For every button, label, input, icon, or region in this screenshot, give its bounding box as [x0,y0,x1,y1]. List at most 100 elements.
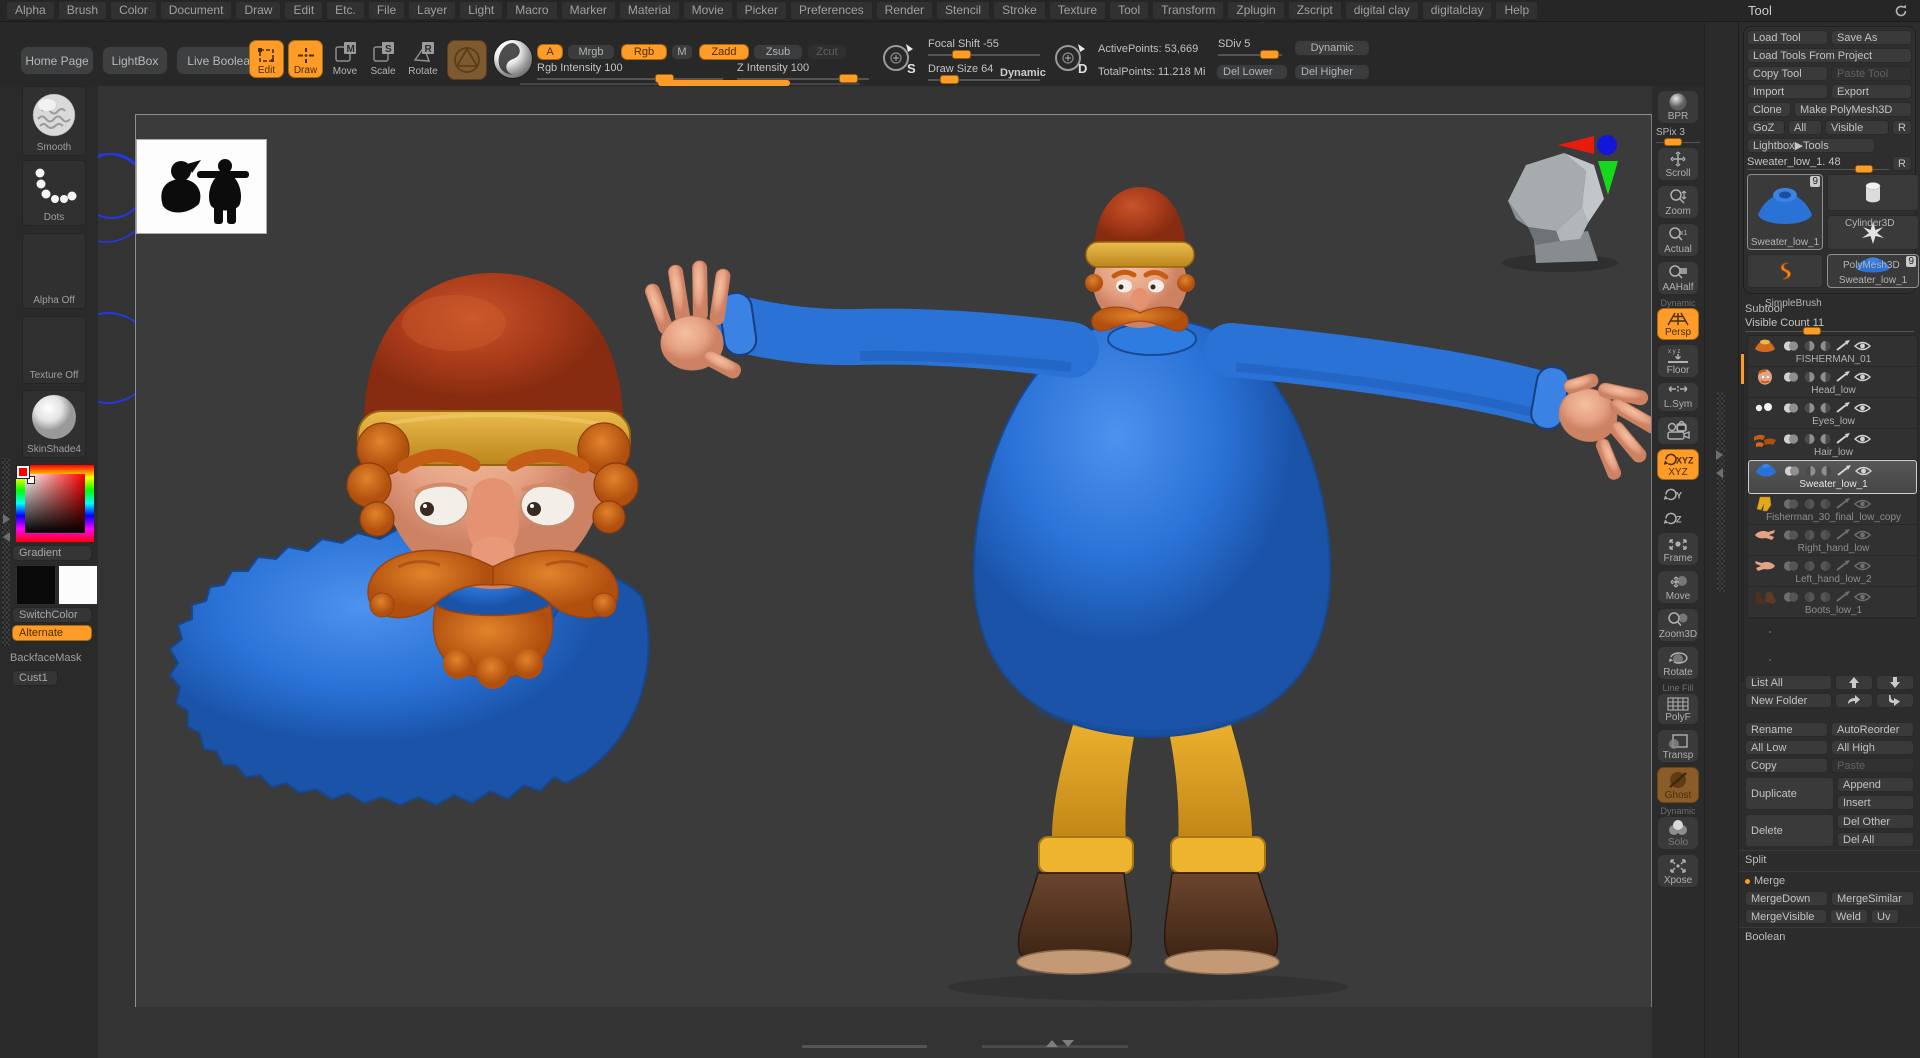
sculptris-pro-button[interactable] [447,40,487,80]
strip-move-button[interactable]: Move [1657,570,1699,604]
menu-item-render[interactable]: Render [875,1,934,20]
simplebrush-tool[interactable] [1747,254,1823,288]
delete-button[interactable]: Delete [1745,814,1834,847]
strip-spin-button[interactable]: Y [1657,484,1699,504]
panel-collapse-arrow[interactable] [1716,468,1723,478]
uv-toggle[interactable] [1803,371,1816,383]
subtool-row-fisherman_30_final_low_copy[interactable]: Fisherman_30_final_low_copy [1748,494,1917,525]
load-tools-from-project-button[interactable]: Load Tools From Project [1747,48,1912,63]
sculpt-brush-icon[interactable] [1835,497,1851,510]
shelf-expand-arrow[interactable] [3,514,10,524]
autoreorder-button[interactable]: AutoReorder [1831,722,1914,737]
document-canvas[interactable] [135,114,1652,1007]
subtool-row-right_hand_low[interactable]: Right_hand_low [1748,525,1917,556]
goz-r-button[interactable]: R [1892,120,1912,135]
weld-button[interactable]: Weld [1830,909,1868,924]
uv-toggle[interactable] [1803,498,1816,510]
visibility-eye-icon[interactable] [1854,371,1871,383]
sculpt-brush-icon[interactable] [1835,590,1851,603]
strip-bpr-button[interactable]: BPR [1657,90,1699,124]
stroke-selector[interactable]: Dots [22,160,86,226]
left-shelf-scrollbar[interactable] [2,458,10,646]
rgb-intensity-slider[interactable]: Rgb Intensity 100 [537,62,723,83]
strip-xyz-button[interactable]: XYZ XYZ [1657,449,1699,480]
menu-item-digital-clay[interactable]: digital clay [1344,1,1419,20]
hue-cursor[interactable] [16,465,30,479]
visibility-eye-icon[interactable] [1855,465,1872,477]
copy-tool-button[interactable]: Copy Tool [1747,66,1828,81]
menu-item-draw[interactable]: Draw [235,1,282,20]
load-tool-button[interactable]: Load Tool [1747,30,1828,45]
polypaint-toggle[interactable] [1782,340,1800,352]
rotate-button[interactable]: R Rotate [403,40,443,80]
sculpt-brush-icon[interactable] [1835,528,1851,541]
backface-mask-button[interactable]: BackfaceMask [10,652,82,664]
uv-button[interactable]: Uv [1871,909,1899,924]
copy-subtool-button[interactable]: Copy [1745,758,1828,773]
menu-item-document[interactable]: Document [159,1,233,20]
goz-button[interactable]: GoZ [1747,120,1785,135]
polypaint-toggle[interactable] [1782,591,1800,603]
sdiv-slider[interactable]: SDiv 5 [1218,38,1282,59]
visibility-eye-icon[interactable] [1854,591,1871,603]
merge-section-header[interactable]: Merge [1739,871,1920,889]
mrgb-toggle[interactable]: Mrgb [567,44,615,60]
mergedown-button[interactable]: MergeDown [1745,891,1828,906]
move-to-folder-button[interactable] [1835,693,1873,708]
uv-toggle[interactable] [1803,402,1816,414]
material-selector[interactable]: SkinShade4 [22,390,86,458]
make-polymesh3d-button[interactable]: Make PolyMesh3D [1794,102,1912,117]
color-picker[interactable] [16,465,94,542]
menu-item-picker[interactable]: Picker [735,1,787,20]
shade-toggle[interactable] [1819,340,1832,352]
export-button[interactable]: Export [1831,84,1912,99]
cust1-button[interactable]: Cust1 [12,670,58,686]
sculpt-brush-icon[interactable] [1835,370,1851,383]
density-indicator[interactable]: D [1052,40,1088,76]
switch-color-button[interactable]: SwitchColor [12,607,92,623]
menu-item-preferences[interactable]: Preferences [789,1,873,20]
insert-button[interactable]: Insert [1837,795,1914,810]
anchor-toggle[interactable]: A [537,44,563,60]
menu-item-texture[interactable]: Texture [1048,1,1107,20]
zsub-toggle[interactable]: Zsub [753,44,803,60]
strip-solo-button[interactable]: Solo [1657,816,1699,850]
uv-toggle[interactable] [1803,529,1816,541]
menu-item-layer[interactable]: Layer [408,1,457,20]
menu-item-stroke[interactable]: Stroke [993,1,1046,20]
goz-visible-button[interactable]: Visible [1825,120,1889,135]
strip-camera-button[interactable] [1657,416,1699,445]
move-button[interactable]: M Move [327,40,363,80]
edit-button[interactable]: Edit [249,40,284,78]
menu-item-macro[interactable]: Macro [506,1,558,20]
menu-item-alpha[interactable]: Alpha [6,1,55,20]
strip-floor-button[interactable]: x y z Floor [1657,344,1699,378]
import-button[interactable]: Import [1747,84,1828,99]
del-all-button[interactable]: Del All [1837,832,1914,847]
polypaint-toggle[interactable] [1782,402,1800,414]
uv-toggle[interactable] [1803,560,1816,572]
strip-polyf-button[interactable]: PolyF [1657,693,1699,725]
sculpt-brush-icon[interactable] [1835,559,1851,572]
strip-persp-button[interactable]: Persp [1657,308,1699,340]
sculpt-brush-icon[interactable] [1835,432,1851,445]
strip-zoom3d-button[interactable]: Zoom3D [1657,608,1699,642]
draw-button[interactable]: Draw [288,40,323,78]
menu-item-color[interactable]: Color [110,1,157,20]
menu-item-light[interactable]: Light [459,1,504,20]
current-brush-thumbnail[interactable] [493,39,533,79]
strip-rotate-button[interactable]: Rotate [1657,646,1699,680]
zcut-toggle[interactable]: Zcut [807,44,847,60]
list-all-button[interactable]: List All [1745,675,1832,690]
stroke-indicator[interactable]: S [880,40,916,76]
subtool-row-fisherman_01[interactable]: FISHERMAN_01 [1748,336,1917,367]
new-folder-button[interactable]: New Folder [1745,693,1832,708]
save-as-button[interactable]: Save As [1831,30,1912,45]
polypaint-toggle[interactable] [1782,529,1800,541]
polypaint-toggle[interactable] [1782,433,1800,445]
append-button[interactable]: Append [1837,777,1914,792]
menu-item-etc-[interactable]: Etc. [326,1,365,20]
strip-xpose-button[interactable]: Xpose [1657,854,1699,888]
sculpt-brush-icon[interactable] [1836,464,1852,477]
panel-expand-arrow[interactable] [1716,450,1723,460]
